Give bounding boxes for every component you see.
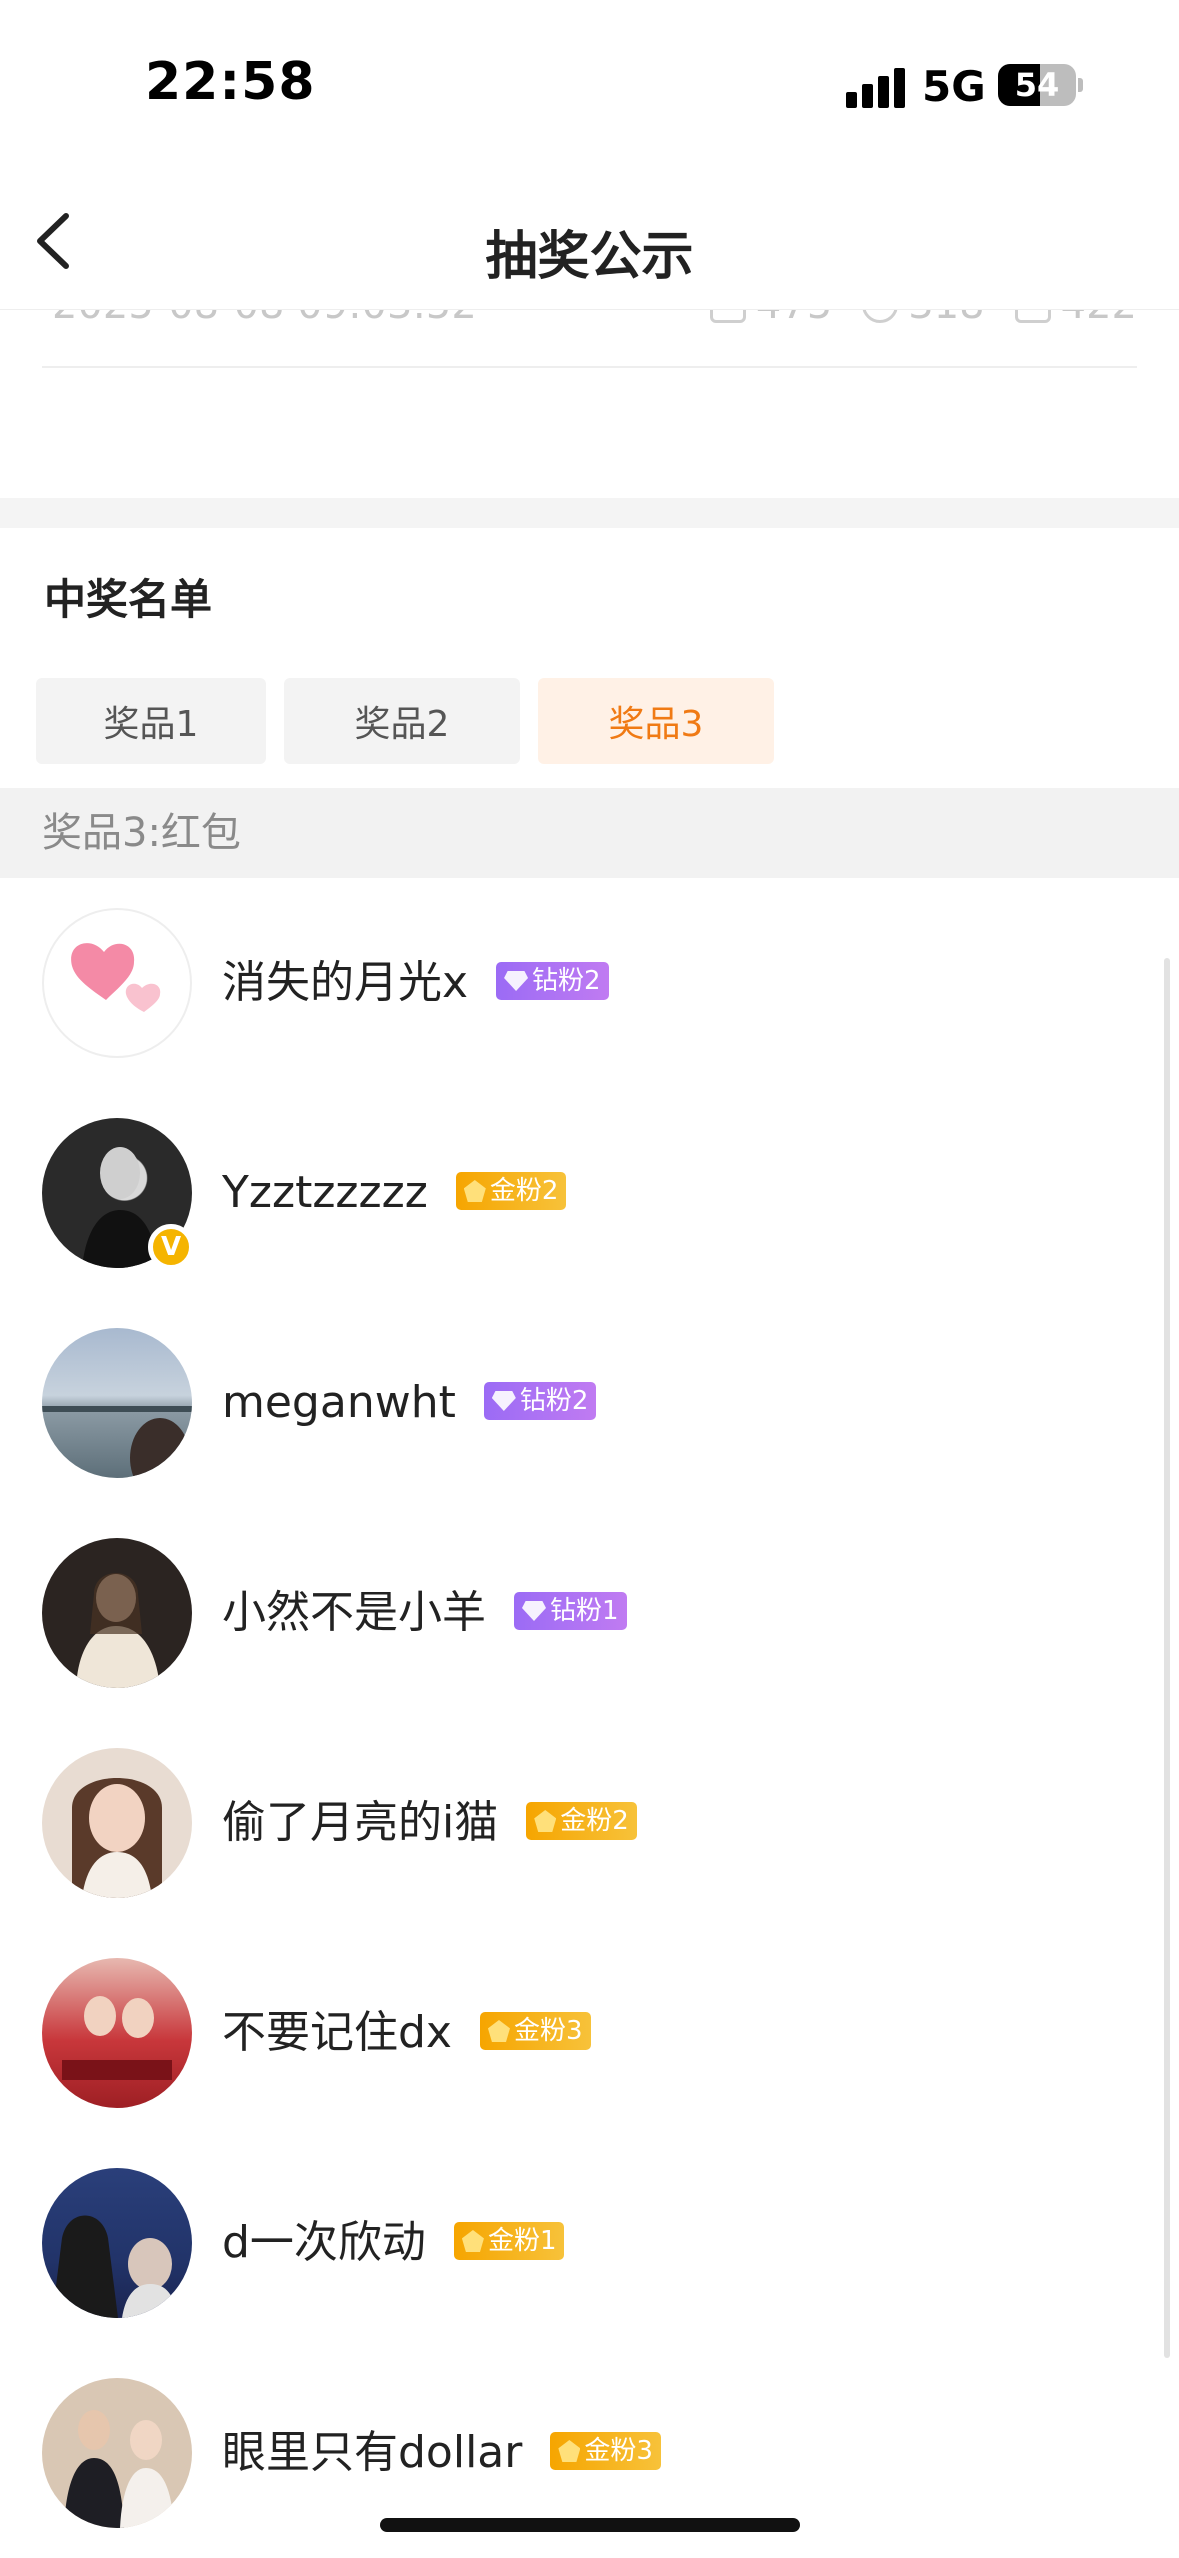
diamond-icon [504,971,529,991]
avatar[interactable] [42,1958,192,2108]
avatar[interactable] [42,2168,192,2318]
cellular-signal-icon [846,66,906,108]
avatar[interactable] [42,1538,192,1688]
winner-name: Yzztzzzzz 金粉2 [222,1088,567,1298]
winner-name-text: 偷了月亮的i猫 [222,1797,499,1848]
diamond-icon [522,1601,546,1621]
winner-name: d一次欣动 金粉1 [222,2138,565,2348]
fan-level-badge: 钻粉2 [496,962,609,1000]
nav-bar: 抽奖公示 [0,170,1179,310]
battery-level: 54 [1014,66,1060,104]
gold-gem-icon [487,2020,510,2042]
list-item[interactable]: V Yzztzzzzz 金粉2 [0,1088,1179,1298]
gold-gem-icon [558,2440,581,2462]
fan-level-label: 金粉2 [560,1806,629,1836]
tab-prize-2[interactable]: 奖品2 [284,678,520,764]
list-item[interactable]: 消失的月光x 钻粉2 [0,878,1179,1088]
fan-level-label: 钻粉1 [550,1596,619,1626]
winner-name: meganwht 钻粉2 [222,1298,597,1508]
fan-level-label: 金粉1 [487,2226,557,2256]
fan-level-label: 金粉3 [513,2016,583,2046]
diamond-icon [491,1391,516,1411]
winner-name-text: 眼里只有dollar [222,2427,523,2478]
avatar[interactable]: V [42,1118,194,1270]
battery-icon: 54 [998,64,1076,106]
fan-level-badge: 金粉2 [455,1172,567,1210]
tab-prize-1[interactable]: 奖品1 [36,678,266,764]
avatar[interactable] [42,908,192,1058]
status-time: 22:58 [145,52,316,112]
winner-name: 不要记住dx 金粉3 [222,1928,591,2138]
fan-level-label: 金粉3 [584,2436,653,2466]
fan-level-label: 钻粉2 [532,966,601,996]
fan-level-badge: 金粉1 [453,2222,565,2260]
fan-level-badge: 钻粉1 [514,1592,627,1630]
list-item[interactable]: 偷了月亮的i猫 金粉2 [0,1718,1179,1928]
winner-name-text: 消失的月光x [222,957,469,1008]
winner-name-text: 不要记住dx [222,2007,452,2058]
winner-name: 消失的月光x 钻粉2 [222,878,609,1088]
avatar[interactable] [42,1748,192,1898]
section-separator [0,498,1179,528]
winner-name: 偷了月亮的i猫 金粉2 [222,1718,637,1928]
list-item[interactable]: 小然不是小羊 钻粉1 [0,1508,1179,1718]
page-title: 抽奖公示 [485,227,694,287]
prize-header: 奖品3:红包 [0,788,1179,878]
tab-prize-3[interactable]: 奖品3 [538,678,774,764]
battery-cap [1078,78,1083,92]
divider [42,366,1137,368]
winner-name-text: d一次欣动 [222,2217,426,2268]
fan-level-badge: 金粉3 [550,2432,661,2470]
winner-name-text: meganwht [222,1377,456,1428]
verified-icon: V [148,1224,194,1270]
fan-level-badge: 金粉3 [479,2012,591,2050]
prize-tabs: 奖品1 奖品2 奖品3 [36,678,774,764]
winner-name-text: 小然不是小羊 [222,1587,486,1638]
home-indicator[interactable] [380,2518,800,2532]
list-item[interactable]: d一次欣动 金粉1 [0,2138,1179,2348]
avatar[interactable] [42,2378,192,2528]
gold-gem-icon [461,2230,484,2252]
winner-list-title: 中奖名单 [44,575,213,624]
list-item[interactable]: meganwht 钻粉2 [0,1298,1179,1508]
scrollbar[interactable] [1164,958,1170,2358]
winner-name: 小然不是小羊 钻粉1 [222,1508,627,1718]
fan-level-label: 钻粉2 [519,1386,589,1416]
fan-level-badge: 钻粉2 [483,1382,597,1420]
list-item[interactable]: 不要记住dx 金粉3 [0,1928,1179,2138]
network-type: 5G [922,62,986,111]
winner-name-text: Yzztzzzzz [222,1167,428,1218]
avatar[interactable] [42,1328,192,1478]
gold-gem-icon [463,1180,486,1202]
status-bar: 22:58 5G 54 [0,0,1179,170]
fan-level-label: 金粉2 [489,1176,559,1206]
winner-list: 消失的月光x 钻粉2 V Yzztzzzzz 金粉2 meganwht 钻粉2 … [0,878,1179,2558]
fan-level-badge: 金粉2 [526,1802,637,1840]
gold-gem-icon [534,1810,557,1832]
